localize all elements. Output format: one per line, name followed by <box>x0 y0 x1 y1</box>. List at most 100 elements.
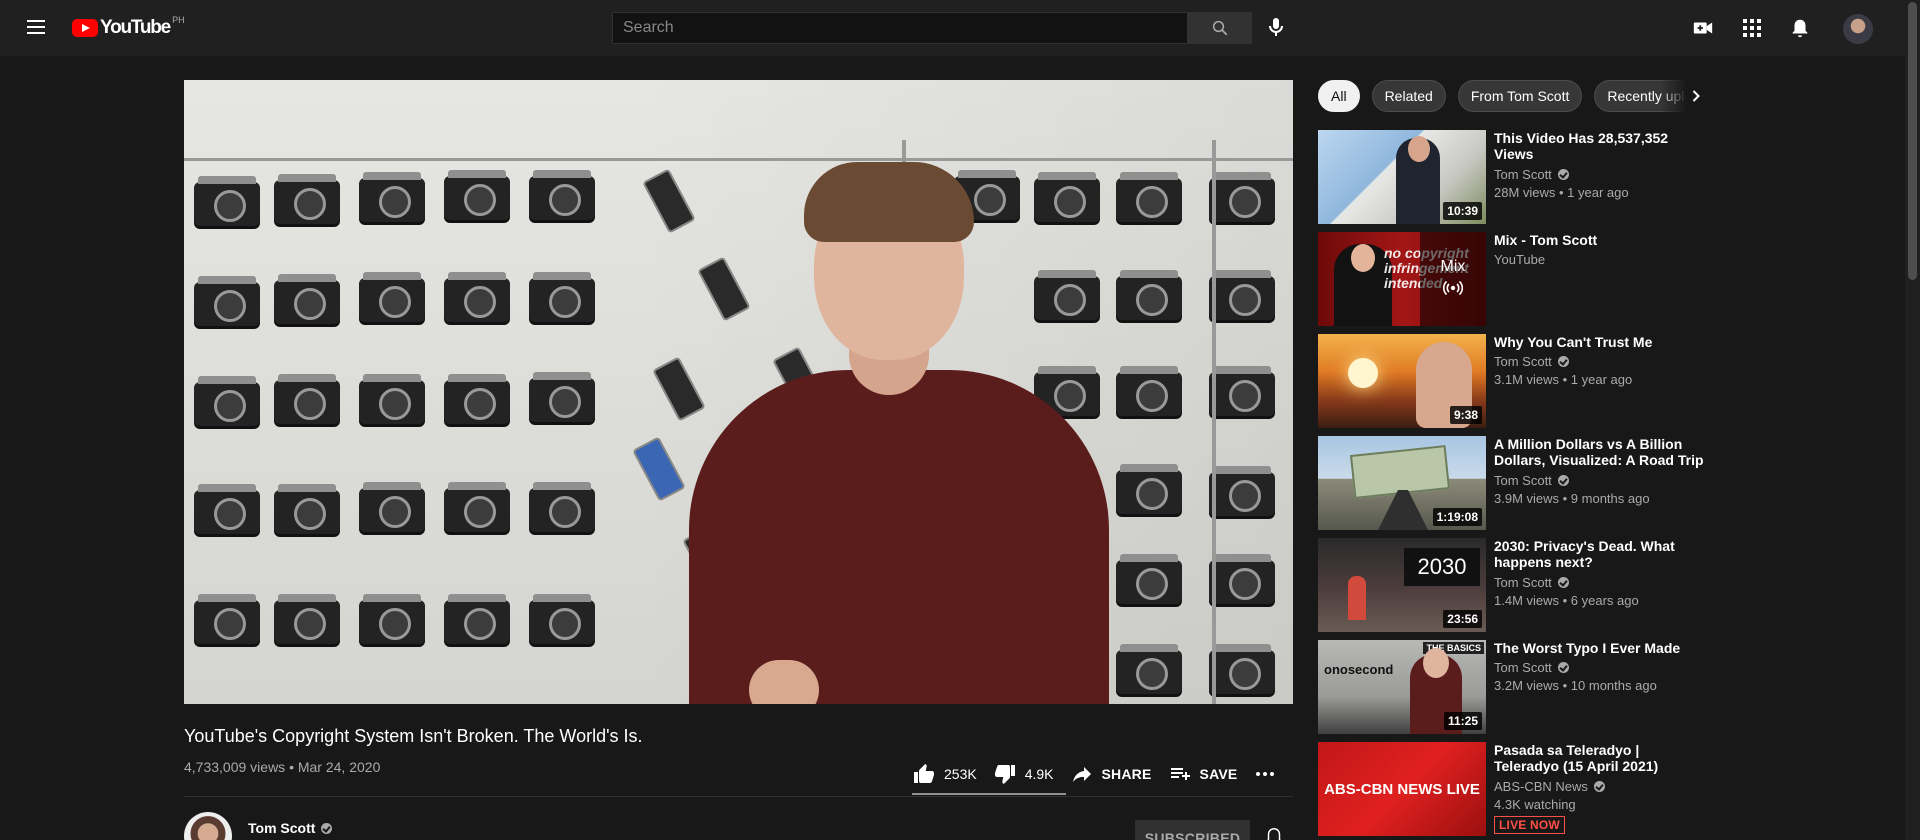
recommendation-channel[interactable]: Tom Scott <box>1494 354 1569 369</box>
channel-text: Tom Scott <box>1494 473 1552 488</box>
search-button[interactable] <box>1188 12 1252 44</box>
logo-country-code: PH <box>172 15 185 25</box>
save-button[interactable]: SAVE <box>1168 762 1238 786</box>
duration-badge: 10:39 <box>1443 202 1482 220</box>
camera-prop <box>359 482 425 532</box>
youtube-logo[interactable]: YouTube PH <box>72 15 185 38</box>
camera-prop <box>444 482 510 532</box>
recommendation-item[interactable]: 2030 23:56 2030: Privacy's Dead. What ha… <box>1318 538 1718 632</box>
channel-avatar[interactable] <box>184 812 232 840</box>
chip-all[interactable]: All <box>1318 80 1360 112</box>
more-actions-button[interactable] <box>1253 762 1285 786</box>
search-input[interactable] <box>612 12 1188 44</box>
video-thumbnail[interactable]: 2030 23:56 <box>1318 538 1486 632</box>
chevron-right-icon[interactable] <box>1684 84 1708 108</box>
camera-prop <box>194 594 260 644</box>
thumbnail-overlay-text: ABS-CBN NEWS LIVE <box>1324 780 1480 798</box>
recommendation-title[interactable]: Pasada sa Teleradyo | Teleradyo (15 Apri… <box>1494 742 1704 774</box>
camera-prop <box>529 372 595 422</box>
channel-name[interactable]: Tom Scott <box>248 820 333 836</box>
video-thumbnail[interactable]: 9:38 <box>1318 334 1486 428</box>
video-thumbnail[interactable]: ABS-CBN NEWS LIVE <box>1318 742 1486 836</box>
youtube-play-icon <box>72 19 98 37</box>
camera-prop <box>444 272 510 322</box>
recommendation-title[interactable]: Why You Can't Trust Me <box>1494 334 1704 350</box>
chip-related[interactable]: Related <box>1371 80 1446 112</box>
recommendation-item[interactable]: 10:39 This Video Has 28,537,352 Views To… <box>1318 130 1718 224</box>
recommendation-channel[interactable]: Tom Scott <box>1494 575 1569 590</box>
recommendation-meta: 3.9M views • 9 months ago <box>1494 491 1650 506</box>
camera-prop <box>1209 554 1275 604</box>
notifications-bell-icon[interactable] <box>1788 16 1812 40</box>
video-thumbnail[interactable]: 10:39 <box>1318 130 1486 224</box>
camera-prop <box>274 594 340 644</box>
thumbs-down-icon <box>994 765 1015 784</box>
filter-chips: All Related From Tom Scott Recently uplo… <box>1318 80 1704 112</box>
camera-prop <box>194 484 260 534</box>
video-thumbnail[interactable]: onosecond THE BASICS 11:25 <box>1318 640 1486 734</box>
camera-prop <box>529 272 595 322</box>
recommendation-channel[interactable]: YouTube <box>1494 252 1545 267</box>
search-icon <box>1212 20 1227 36</box>
video-title: YouTube's Copyright System Isn't Broken.… <box>184 726 643 746</box>
camera-prop <box>529 594 595 644</box>
more-horizontal-icon <box>1256 772 1275 776</box>
verified-badge-icon <box>1557 356 1569 367</box>
mix-label: Mix <box>1440 258 1466 275</box>
verified-badge-icon <box>1557 169 1569 180</box>
camera-prop <box>194 376 260 426</box>
mix-overlay: Mix <box>1420 232 1486 326</box>
dislike-button[interactable]: 4.9K <box>993 762 1054 786</box>
recommendation-item[interactable]: 9:38 Why You Can't Trust Me Tom Scott 3.… <box>1318 334 1718 428</box>
verified-badge-icon <box>321 823 333 834</box>
page-scrollbar[interactable] <box>1905 0 1920 840</box>
recommendation-title[interactable]: The Worst Typo I Ever Made <box>1494 640 1704 656</box>
share-label: SHARE <box>1101 766 1152 782</box>
video-actions: 253K 4.9K SHARE SAVE <box>912 756 1301 792</box>
notification-bell-icon[interactable] <box>1263 826 1287 840</box>
camera-prop <box>359 594 425 644</box>
like-button[interactable]: 253K <box>912 762 977 786</box>
recommendation-channel[interactable]: Tom Scott <box>1494 660 1569 675</box>
recommendation-channel[interactable]: Tom Scott <box>1494 473 1569 488</box>
radio-waves-icon <box>1442 280 1464 296</box>
mic-icon[interactable] <box>1264 15 1288 39</box>
recommendation-channel[interactable]: Tom Scott <box>1494 167 1569 182</box>
menu-icon[interactable] <box>24 16 48 40</box>
recommendation-item[interactable]: ABS-CBN NEWS LIVE Pasada sa Teleradyo | … <box>1318 742 1718 836</box>
subscribed-button[interactable]: SUBSCRIBED <box>1135 820 1250 840</box>
share-icon <box>1072 767 1091 782</box>
recommendation-meta: 4.3K watching <box>1494 797 1576 812</box>
camera-prop <box>1116 366 1182 416</box>
create-video-icon[interactable] <box>1691 16 1715 40</box>
verified-badge-icon <box>1557 662 1569 673</box>
video-thumbnail[interactable]: 1:19:08 <box>1318 436 1486 530</box>
playlist-add-icon <box>1170 768 1190 780</box>
camera-prop <box>1209 270 1275 320</box>
save-label: SAVE <box>1199 766 1238 782</box>
live-now-badge: LIVE NOW <box>1494 816 1565 834</box>
video-view-count-date: 4,733,009 views • Mar 24, 2020 <box>184 759 381 775</box>
share-button[interactable]: SHARE <box>1070 762 1152 786</box>
camera-prop <box>274 174 340 224</box>
scrollbar-thumb[interactable] <box>1908 2 1917 280</box>
apps-grid-icon[interactable] <box>1740 16 1764 40</box>
recommendation-meta: 3.1M views • 1 year ago <box>1494 372 1633 387</box>
channel-text: Tom Scott <box>1494 354 1552 369</box>
recommendation-title[interactable]: This Video Has 28,537,352 Views <box>1494 130 1704 162</box>
recommendation-title[interactable]: 2030: Privacy's Dead. What happens next? <box>1494 538 1704 570</box>
camera-prop <box>359 374 425 424</box>
camera-prop <box>1209 366 1275 416</box>
recommendation-item[interactable]: onosecond THE BASICS 11:25 The Worst Typ… <box>1318 640 1718 734</box>
recommendation-title[interactable]: Mix - Tom Scott <box>1494 232 1704 248</box>
recommendation-meta: 3.2M views • 10 months ago <box>1494 678 1657 693</box>
chip-from-tom-scott[interactable]: From Tom Scott <box>1457 80 1583 112</box>
recommendation-item[interactable]: no copyright infringement intended Mix M… <box>1318 232 1718 326</box>
recommendation-channel[interactable]: ABS-CBN News <box>1494 779 1605 794</box>
recommendation-item[interactable]: 1:19:08 A Million Dollars vs A Billion D… <box>1318 436 1718 530</box>
recommendation-title[interactable]: A Million Dollars vs A Billion Dollars, … <box>1494 436 1704 468</box>
video-player[interactable] <box>184 80 1293 704</box>
account-avatar[interactable] <box>1843 14 1873 44</box>
video-thumbnail[interactable]: no copyright infringement intended Mix <box>1318 232 1486 326</box>
camera-prop <box>1116 644 1182 694</box>
